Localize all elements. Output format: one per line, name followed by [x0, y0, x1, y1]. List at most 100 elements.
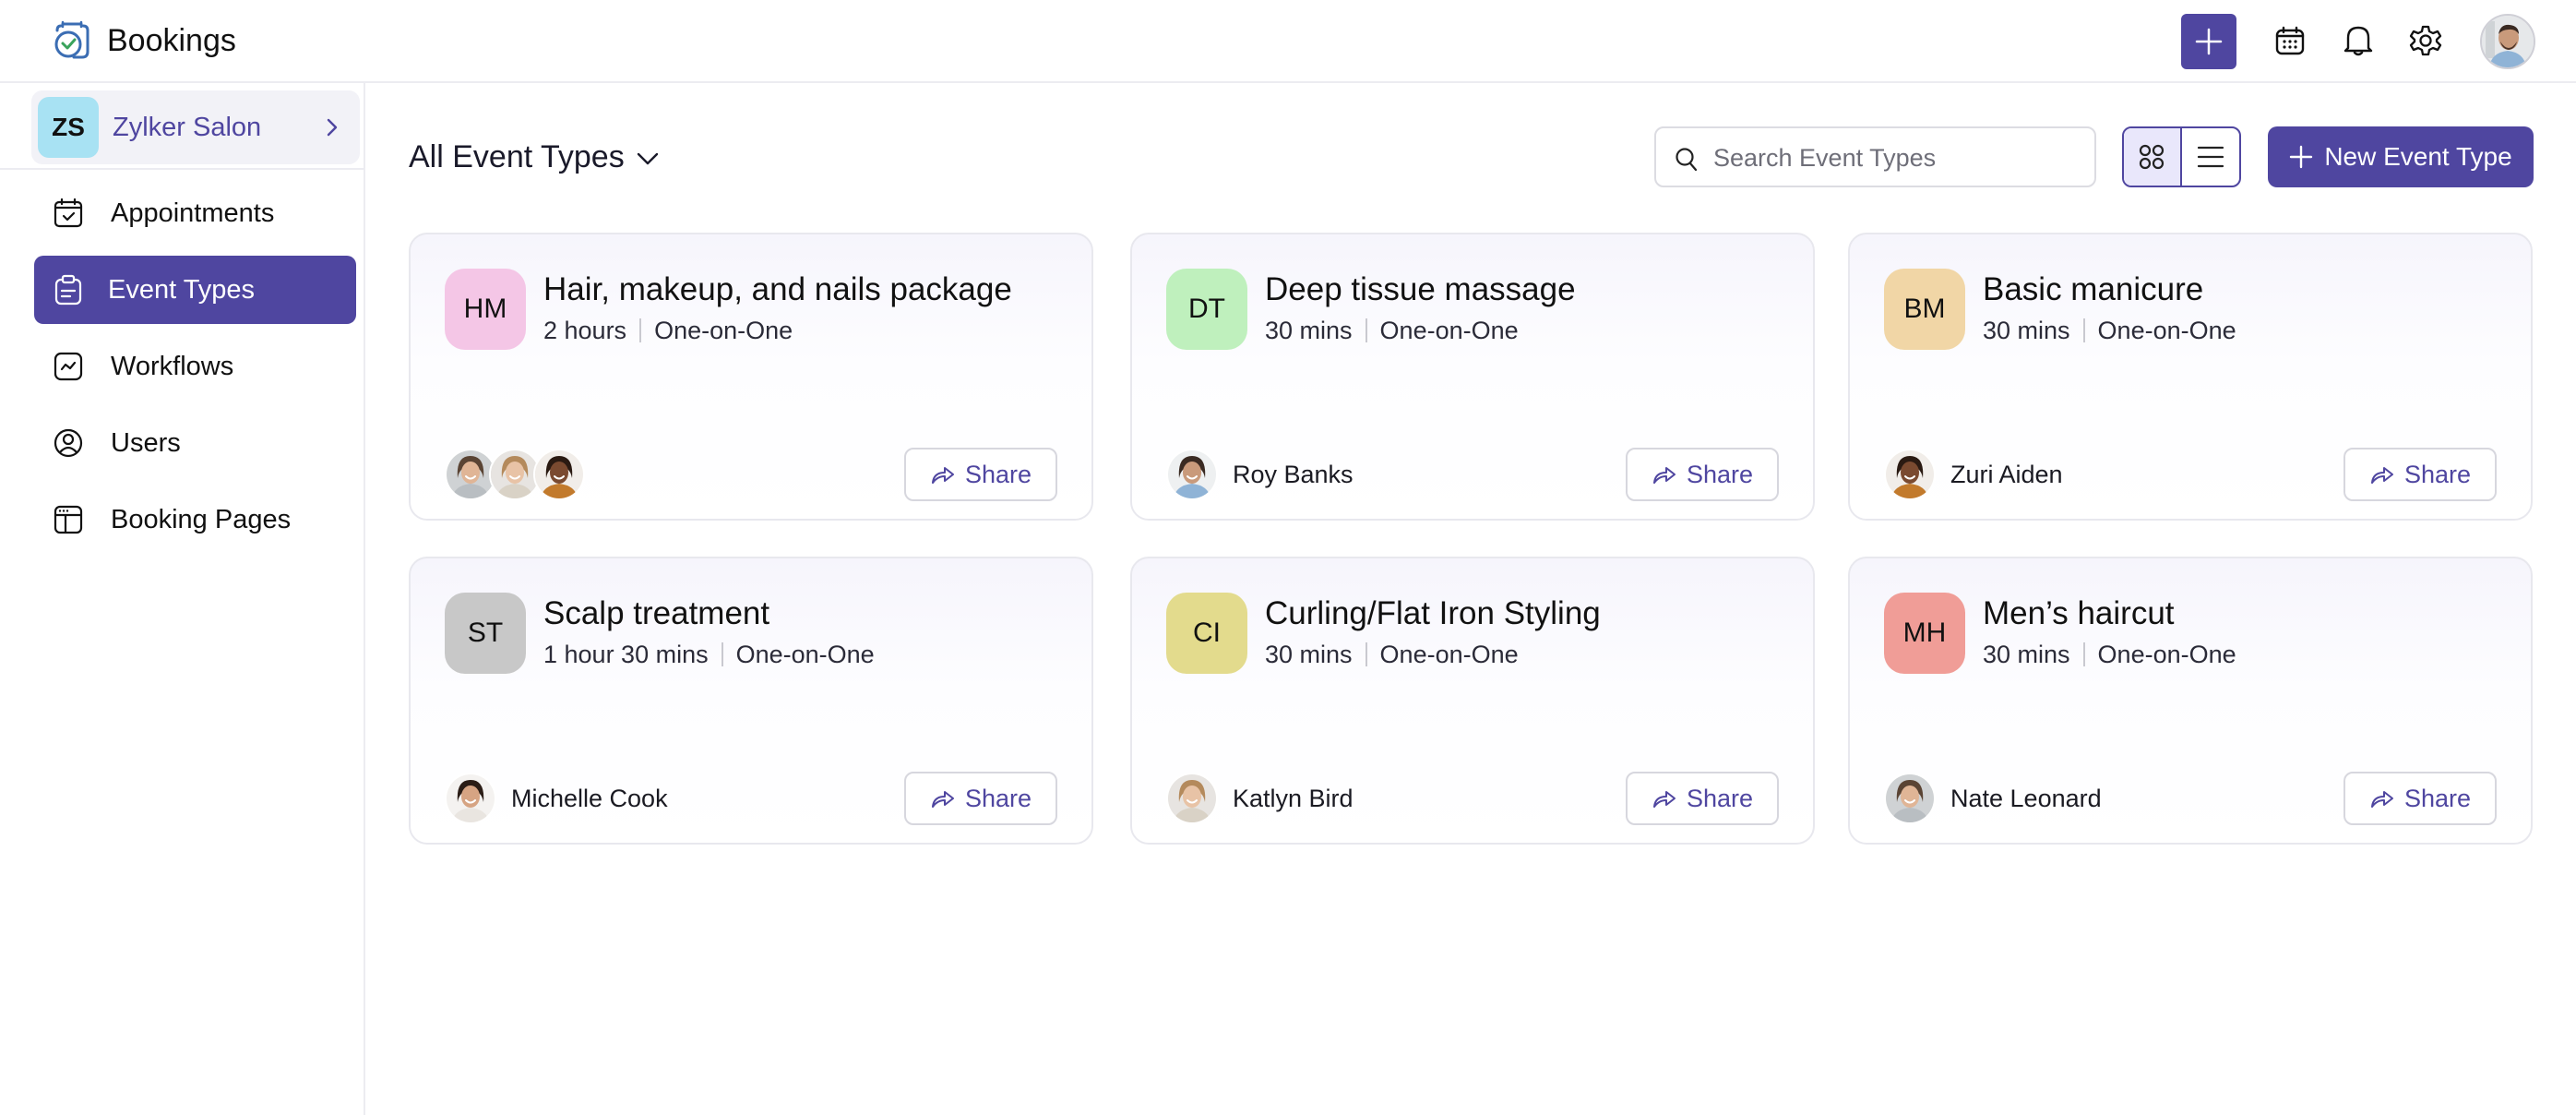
share-button[interactable]: Share	[2343, 448, 2497, 501]
share-label: Share	[1686, 784, 1754, 812]
page-title: All Event Types	[409, 139, 625, 174]
event-type-meta: 2 hours One-on-One	[543, 314, 793, 347]
share-button[interactable]: Share	[904, 772, 1057, 825]
chevron-down-icon	[637, 152, 658, 165]
search-input[interactable]	[1713, 138, 2082, 178]
user-avatar[interactable]	[2480, 14, 2535, 69]
share-icon	[1652, 467, 1676, 484]
create-button[interactable]	[2181, 14, 2236, 69]
event-type-meta: 30 mins One-on-One	[1265, 314, 1519, 347]
search-icon	[1676, 148, 1698, 172]
event-type-kind: One-on-One	[1379, 317, 1519, 344]
event-type-card[interactable]: DT Deep tissue massage 30 mins One-on-On…	[1130, 233, 1815, 521]
sidebar-divider	[0, 168, 364, 170]
calendar-button[interactable]	[2272, 22, 2308, 59]
event-type-title[interactable]: Men’s haircut	[1983, 593, 2175, 634]
share-button[interactable]: Share	[2343, 772, 2497, 825]
settings-button[interactable]	[2407, 22, 2444, 59]
event-type-title[interactable]: Curling/Flat Iron Styling	[1265, 593, 1601, 634]
event-type-kind: One-on-One	[2097, 641, 2236, 668]
user-photo-icon	[2482, 16, 2534, 67]
event-type-duration: 1 hour 30 mins	[543, 641, 709, 668]
share-icon	[931, 467, 954, 484]
event-type-title[interactable]: Deep tissue massage	[1265, 270, 1576, 310]
meta-divider	[1365, 642, 1367, 666]
event-type-kind: One-on-One	[1379, 641, 1519, 668]
event-type-kind: One-on-One	[735, 641, 875, 668]
sidebar-item-users[interactable]: Users	[34, 409, 356, 477]
assignee-avatar[interactable]	[1884, 449, 1936, 500]
share-icon	[2370, 467, 2393, 484]
assignee-avatar[interactable]	[1166, 773, 1218, 824]
plus-icon	[2290, 145, 2313, 169]
event-type-initials-badge: ST	[445, 593, 526, 674]
sidebar-item-event-types[interactable]: Event Types	[34, 256, 356, 324]
event-type-meta: 30 mins One-on-One	[1265, 638, 1519, 671]
event-type-kind: One-on-One	[654, 317, 793, 344]
grid-icon	[2140, 144, 2165, 170]
assignee-list: Michelle Cook	[445, 771, 668, 826]
share-label: Share	[2403, 784, 2472, 812]
event-type-kind: One-on-One	[2097, 317, 2236, 344]
assignee-name: Michelle Cook	[511, 784, 668, 812]
new-event-type-label: New Event Type	[2324, 142, 2512, 171]
sidebar: ZS Zylker Salon Appointments Event Types…	[0, 83, 365, 1115]
share-button[interactable]: Share	[1626, 448, 1779, 501]
event-type-initials-badge: HM	[445, 269, 526, 350]
list-view-button[interactable]	[2182, 128, 2240, 186]
browser-layout-icon	[54, 505, 83, 534]
event-type-title[interactable]: Basic manicure	[1983, 270, 2203, 310]
meta-divider	[721, 642, 723, 666]
event-type-duration: 30 mins	[1265, 641, 1353, 668]
event-type-card[interactable]: MH Men’s haircut 30 mins One-on-One Nate…	[1848, 557, 2533, 845]
event-type-duration: 30 mins	[1983, 317, 2070, 344]
share-label: Share	[1686, 460, 1754, 488]
search-box[interactable]	[1654, 126, 2096, 187]
event-type-meta: 30 mins One-on-One	[1983, 638, 2236, 671]
assignee-avatar[interactable]	[445, 773, 496, 824]
view-toggle	[2122, 126, 2241, 187]
assignee-avatar[interactable]	[1884, 773, 1936, 824]
event-type-title[interactable]: Scalp treatment	[543, 593, 769, 634]
event-type-card[interactable]: ST Scalp treatment 1 hour 30 mins One-on…	[409, 557, 1093, 845]
plus-icon	[2195, 28, 2223, 55]
event-type-title[interactable]: Hair, makeup, and nails package	[543, 270, 1012, 310]
sidebar-item-booking-pages[interactable]: Booking Pages	[34, 486, 356, 554]
meta-divider	[2082, 318, 2085, 342]
sidebar-item-label: Appointments	[111, 198, 275, 228]
sidebar-item-workflows[interactable]: Workflows	[34, 332, 356, 401]
assignee-name: Nate Leonard	[1950, 784, 2102, 812]
event-type-card[interactable]: BM Basic manicure 30 mins One-on-One Zur…	[1848, 233, 2533, 521]
assignee-avatar[interactable]	[1166, 449, 1218, 500]
event-type-card[interactable]: CI Curling/Flat Iron Styling 30 mins One…	[1130, 557, 1815, 845]
notifications-button[interactable]	[2340, 22, 2377, 59]
org-switcher[interactable]: ZS Zylker Salon	[31, 90, 360, 164]
event-type-filter-dropdown[interactable]: All Event Types	[409, 137, 660, 177]
user-circle-icon	[54, 428, 83, 458]
meta-divider	[2082, 642, 2085, 666]
meta-divider	[1365, 318, 1367, 342]
event-type-card[interactable]: HM Hair, makeup, and nails package 2 hou…	[409, 233, 1093, 521]
new-event-type-button[interactable]: New Event Type	[2268, 126, 2534, 187]
chevron-right-icon	[327, 118, 338, 137]
sidebar-item-appointments[interactable]: Appointments	[34, 179, 356, 247]
assignee-avatar[interactable]	[533, 449, 585, 500]
event-type-initials-badge: DT	[1166, 269, 1247, 350]
sidebar-item-label: Booking Pages	[111, 505, 292, 534]
event-type-duration: 30 mins	[1983, 641, 2070, 668]
org-initials-badge: ZS	[38, 97, 99, 158]
grid-view-button[interactable]	[2124, 128, 2182, 186]
assignee-name: Roy Banks	[1233, 460, 1354, 488]
event-type-duration: 2 hours	[543, 317, 627, 344]
event-type-initials-badge: MH	[1884, 593, 1965, 674]
list-icon	[2197, 146, 2224, 168]
share-button[interactable]: Share	[904, 448, 1057, 501]
bookings-logo-icon	[54, 20, 89, 59]
share-button[interactable]: Share	[1626, 772, 1779, 825]
share-label: Share	[964, 460, 1032, 488]
sidebar-item-label: Workflows	[111, 352, 234, 381]
share-label: Share	[964, 784, 1032, 812]
app-title: Bookings	[107, 23, 236, 58]
sidebar-item-label: Users	[111, 428, 181, 458]
assignee-list	[445, 447, 585, 502]
